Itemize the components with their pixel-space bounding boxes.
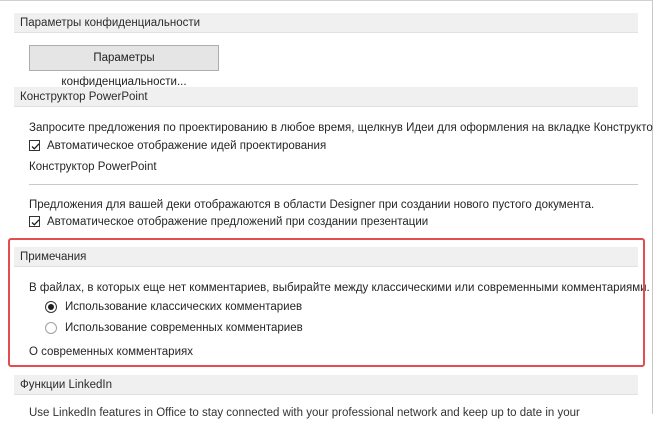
designer-subheading: Конструктор PowerPoint <box>29 161 157 173</box>
linkedin-section-header: Функции LinkedIn <box>14 375 638 395</box>
privacy-settings-button[interactable]: Параметры конфиденциальности... <box>29 45 219 88</box>
designer-divider <box>29 184 638 185</box>
options-panel: Параметры конфиденциальности Параметры к… <box>0 0 653 419</box>
comments-highlight-box <box>8 238 645 367</box>
checkmark-icon <box>31 143 40 150</box>
auto-ideas-checkbox[interactable] <box>29 140 40 151</box>
auto-suggestions-checkbox[interactable] <box>29 216 40 227</box>
deck-description: Предложения для вашей деки отображаются … <box>29 199 595 211</box>
checkmark-icon <box>31 219 40 226</box>
linkedin-description: Use LinkedIn features in Office to stay … <box>29 407 580 419</box>
designer-section-header: Конструктор PowerPoint <box>14 87 638 107</box>
privacy-section-header: Параметры конфиденциальности <box>14 13 638 33</box>
designer-description: Запросите предложения по проектированию … <box>29 122 653 134</box>
auto-ideas-label: Автоматическое отображение идей проектир… <box>47 140 327 152</box>
auto-suggestions-label: Автоматическое отображение предложений п… <box>47 216 429 228</box>
